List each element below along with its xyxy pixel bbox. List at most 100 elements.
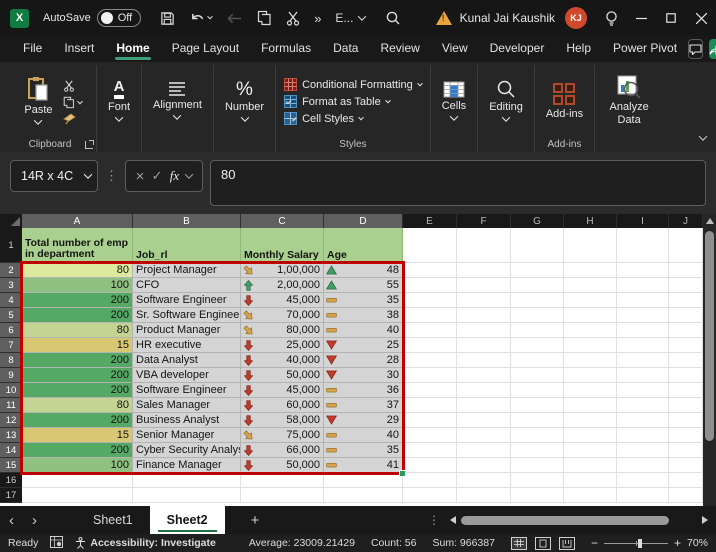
sheet-tab-sheet2[interactable]: Sheet2 [150,506,225,534]
cell-C12[interactable]: 58,000 [241,413,324,428]
row-header-1[interactable]: 1 [0,228,22,263]
row-header-6[interactable]: 6 [0,323,22,338]
cell-J15[interactable] [669,458,703,473]
cell-F7[interactable] [457,338,511,353]
status-average[interactable]: Average: 23009.21429 [249,537,355,549]
undo-button[interactable] [182,4,219,32]
cell-C6[interactable]: 80,000 [241,323,324,338]
menu-tab-home[interactable]: Home [105,37,160,61]
cell-J14[interactable] [669,443,703,458]
cancel-button[interactable]: × [136,168,145,185]
cell-J6[interactable] [669,323,703,338]
document-title-dropdown[interactable]: E... [328,4,372,32]
cell-H5[interactable] [564,308,617,323]
cell-G5[interactable] [511,308,564,323]
cell-B4[interactable]: Software Engineer [133,293,241,308]
cell-G15[interactable] [511,458,564,473]
cell-C14[interactable]: 66,000 [241,443,324,458]
cell-F17[interactable] [457,488,511,503]
cell-I3[interactable] [617,278,669,293]
copy-button[interactable] [63,96,82,109]
cell-A6[interactable]: 80 [22,323,133,338]
cell-B1[interactable]: Job_rl [133,228,241,263]
menu-tab-help[interactable]: Help [555,37,602,61]
cell-G10[interactable] [511,383,564,398]
cell-H1[interactable] [564,228,617,263]
cell-H6[interactable] [564,323,617,338]
zoom-slider-thumb[interactable] [638,539,642,548]
new-sheet-button[interactable]: + [251,512,260,529]
cell-D12[interactable]: 29 [324,413,403,428]
cell-B6[interactable]: Product Manager [133,323,241,338]
cell-I9[interactable] [617,368,669,383]
cell-H9[interactable] [564,368,617,383]
cell-E17[interactable] [403,488,457,503]
cell-F12[interactable] [457,413,511,428]
clipboard-dialog-launcher-icon[interactable] [85,141,93,149]
cell-E3[interactable] [403,278,457,293]
column-header-E[interactable]: E [403,214,457,228]
row-header-9[interactable]: 9 [0,368,22,383]
lightbulb-icon[interactable] [597,4,626,32]
name-box[interactable]: 14R x 4C [10,160,98,192]
cell-G16[interactable] [511,473,564,488]
alignment-menu-button[interactable]: Alignment [147,79,208,122]
cell-H10[interactable] [564,383,617,398]
redo-button[interactable] [219,4,250,32]
cell-F1[interactable] [457,228,511,263]
cell-A17[interactable] [22,488,133,503]
normal-view-button[interactable] [511,537,527,550]
row-header-4[interactable]: 4 [0,293,22,308]
cell-E6[interactable] [403,323,457,338]
cell-A1[interactable]: Total number of emp in department [22,228,133,263]
sheet-tab-sheet1[interactable]: Sheet1 [76,506,150,534]
number-menu-button[interactable]: % Number [219,78,270,124]
cell-A14[interactable]: 200 [22,443,133,458]
cell-F13[interactable] [457,428,511,443]
cell-G9[interactable] [511,368,564,383]
save-icon[interactable] [153,4,182,32]
vertical-scrollbar[interactable] [703,214,716,506]
cell-E4[interactable] [403,293,457,308]
cell-D16[interactable] [324,473,403,488]
cell-I12[interactable] [617,413,669,428]
cell-E12[interactable] [403,413,457,428]
row-header-15[interactable]: 15 [0,458,22,473]
cut-button[interactable] [63,80,75,92]
cell-E8[interactable] [403,353,457,368]
cell-G3[interactable] [511,278,564,293]
cell-G17[interactable] [511,488,564,503]
cell-E11[interactable] [403,398,457,413]
cell-A5[interactable]: 200 [22,308,133,323]
formula-bar-splitter[interactable]: ⋮ [105,168,118,184]
cell-C13[interactable]: 75,000 [241,428,324,443]
cell-J17[interactable] [669,488,703,503]
cell-H7[interactable] [564,338,617,353]
comments-button[interactable] [688,39,703,59]
page-break-view-button[interactable] [559,537,575,550]
cell-C17[interactable] [241,488,324,503]
row-header-8[interactable]: 8 [0,353,22,368]
minimize-button[interactable] [626,0,656,36]
warning-icon[interactable] [436,11,452,25]
cell-F14[interactable] [457,443,511,458]
cell-H12[interactable] [564,413,617,428]
cell-E7[interactable] [403,338,457,353]
cell-G8[interactable] [511,353,564,368]
cell-H2[interactable] [564,263,617,278]
cell-styles-button[interactable]: Cell Styles [284,112,363,125]
cell-F9[interactable] [457,368,511,383]
cell-H15[interactable] [564,458,617,473]
cell-B13[interactable]: Senior Manager [133,428,241,443]
cell-F6[interactable] [457,323,511,338]
tab-scroll-splitter[interactable]: ⋮ [428,513,440,527]
cell-H13[interactable] [564,428,617,443]
cell-G4[interactable] [511,293,564,308]
cell-F3[interactable] [457,278,511,293]
row-header-16[interactable]: 16 [0,473,22,488]
cell-A16[interactable] [22,473,133,488]
share-button[interactable] [709,39,716,59]
zoom-level[interactable]: 70% [687,537,708,549]
cell-E14[interactable] [403,443,457,458]
column-header-C[interactable]: C [241,214,324,228]
